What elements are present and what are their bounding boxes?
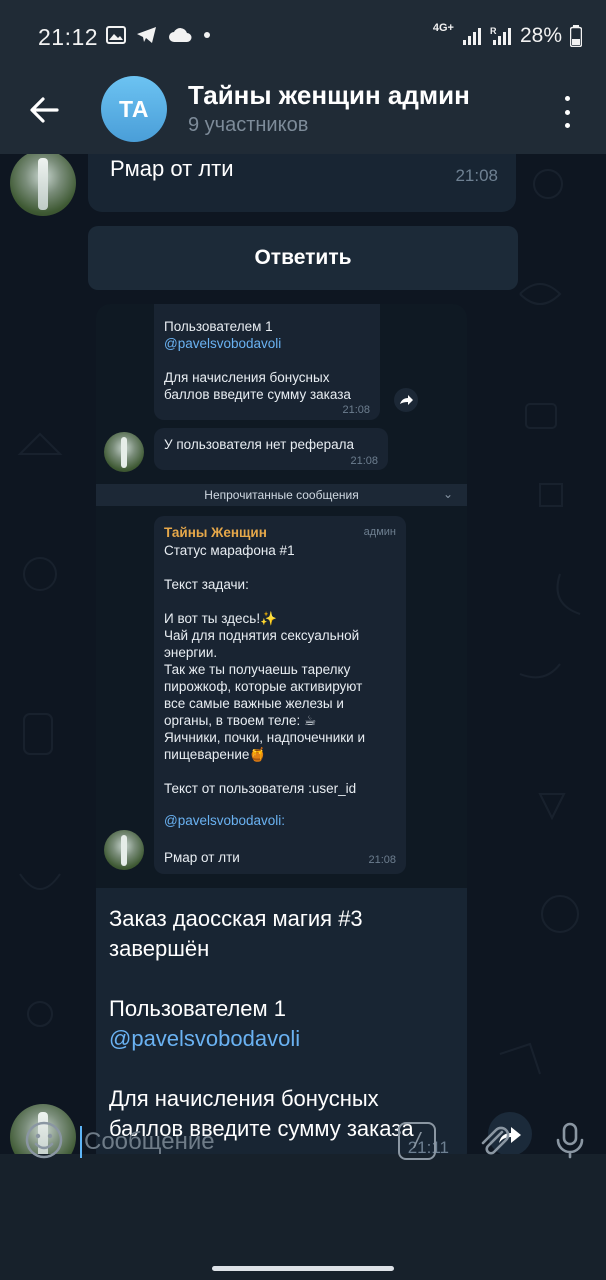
dot-icon xyxy=(564,96,570,101)
microphone-icon xyxy=(556,1122,584,1159)
message-time: 21:08 xyxy=(455,166,498,185)
image-sender-role: админ xyxy=(363,526,396,538)
dot-icon xyxy=(564,123,570,128)
message-composer: Сообщение / xyxy=(0,1121,606,1280)
image-message-body: Статус марафона #1 Текст задачи: И вот ты … xyxy=(164,542,404,797)
emoji-button[interactable] xyxy=(24,1120,64,1160)
image-message-line: Так же ты получаешь тарелку xyxy=(164,662,351,677)
message-body: Заказ даосская магия #3 завершён Пользов… xyxy=(109,904,464,1144)
unread-divider: Непрочитанные сообщения ⌄ xyxy=(96,484,467,506)
forward-icon xyxy=(394,388,418,412)
image-message-line: все самые важные железы и xyxy=(164,696,344,711)
chat-subtitle: 9 участников xyxy=(188,114,309,136)
dot-icon xyxy=(564,109,570,115)
text-caret xyxy=(80,1126,82,1158)
image-user-avatar xyxy=(104,830,144,870)
paperclip-icon xyxy=(481,1126,510,1155)
image-message-line: органы, в твоем теле: ☕ xyxy=(164,713,317,728)
unread-label: Непрочитанные сообщения xyxy=(204,488,359,502)
chat-title[interactable]: Тайны женщин админ xyxy=(188,80,470,111)
microphone-button[interactable] xyxy=(550,1120,590,1160)
message-text: завершён xyxy=(109,936,210,961)
image-message-line: Чай для поднятия сексуальной xyxy=(164,628,360,643)
chevron-down-icon: ⌄ xyxy=(442,487,453,501)
image-user-avatar xyxy=(104,432,144,472)
back-button[interactable] xyxy=(22,88,66,132)
svg-text:R: R xyxy=(490,26,497,36)
bot-commands-button[interactable]: / xyxy=(398,1122,436,1160)
image-message-text: Пользователем 1 xyxy=(164,319,273,334)
image-message-text: баллов введите сумму заказа xyxy=(164,387,351,402)
network-label: 4G+ xyxy=(432,22,454,34)
status-bar: 21:12 4G+ R 28% xyxy=(0,0,606,76)
image-message-bubble: Тайны Женщин админ Статус марафона #1 Тек… xyxy=(154,516,406,874)
image-message-line: Статус марафона #1 xyxy=(164,543,295,558)
attach-button[interactable] xyxy=(474,1120,514,1160)
image-message-line xyxy=(164,593,404,610)
message-text: Заказ даосская магия #3 xyxy=(109,906,363,931)
image-message-link: @pavelsvobodavoli: xyxy=(164,813,286,828)
status-time: 21:12 xyxy=(38,24,99,50)
image-message-link: @pavelsvobodavoli xyxy=(164,336,282,351)
message-text: Для начисления бонусных xyxy=(109,1086,379,1111)
image-message-line: Текст от пользователя :user_id xyxy=(164,781,357,796)
message-bubble[interactable]: Заказ даосская магия #3 завершён Пользов… xyxy=(96,888,467,1154)
battery-label: 28% xyxy=(519,24,562,47)
image-message-bubble: Пользователем 1 @pavelsvobodavoli Для на… xyxy=(154,304,380,420)
chat-area[interactable]: Рмар от лти 21:08 Ответить Пользователем… xyxy=(0,154,606,1154)
message-bubble[interactable]: Рмар от лти 21:08 xyxy=(88,154,516,212)
image-message-time: 21:08 xyxy=(368,854,396,866)
chat-avatar[interactable]: TA xyxy=(101,76,167,142)
battery-icon xyxy=(570,25,582,47)
image-message-line: пирожкоф, которые активируют xyxy=(164,679,363,694)
message-text: Рмар от лти xyxy=(110,156,234,181)
signal-r-icon: R xyxy=(490,26,511,45)
chat-header: TA Тайны женщин админ 9 участников xyxy=(0,76,606,154)
image-message-text: Для начисления бонусных xyxy=(164,370,330,385)
image-message-line: И вот ты здесь!✨ xyxy=(164,611,277,626)
message-input-placeholder: Сообщение xyxy=(84,1128,215,1155)
image-message-text: Рмар от лти xyxy=(164,850,240,865)
image-sender-name: Тайны Женщин xyxy=(164,525,267,540)
emoji-icon xyxy=(25,1121,63,1159)
gallery-icon xyxy=(106,26,126,44)
message-input[interactable]: Сообщение xyxy=(80,1124,380,1160)
image-message-text: У пользователя нет реферала xyxy=(164,437,355,452)
reply-button[interactable]: Ответить xyxy=(88,226,518,290)
home-indicator[interactable] xyxy=(212,1266,394,1271)
status-icons-left xyxy=(106,26,212,44)
image-message-time: 21:08 xyxy=(342,404,370,416)
image-message-line: энергии. xyxy=(164,645,218,660)
signal-icon xyxy=(462,28,481,45)
cloud-icon xyxy=(169,28,192,42)
image-message-bubble: У пользователя нет реферала 21:08 xyxy=(154,428,388,470)
telegram-icon xyxy=(137,27,156,43)
image-message-line: пищеварение🍯 xyxy=(164,747,267,762)
message-image[interactable]: Пользователем 1 @pavelsvobodavoli Для на… xyxy=(96,304,467,888)
image-message-line xyxy=(164,559,404,576)
image-message-line: Яичники, почки, надпочечники и xyxy=(164,730,365,745)
image-message-line xyxy=(164,763,404,780)
dot-icon xyxy=(204,32,210,38)
image-message-line: Текст задачи: xyxy=(164,577,249,592)
user-mention-link[interactable]: @pavelsvobodavoli xyxy=(109,1024,464,1054)
message-text: Пользователем 1 xyxy=(109,996,287,1021)
status-right: 4G+ R 28% xyxy=(432,22,582,48)
more-menu-button[interactable] xyxy=(552,92,582,132)
arrow-left-icon xyxy=(30,97,59,123)
image-message-time: 21:08 xyxy=(350,455,378,467)
